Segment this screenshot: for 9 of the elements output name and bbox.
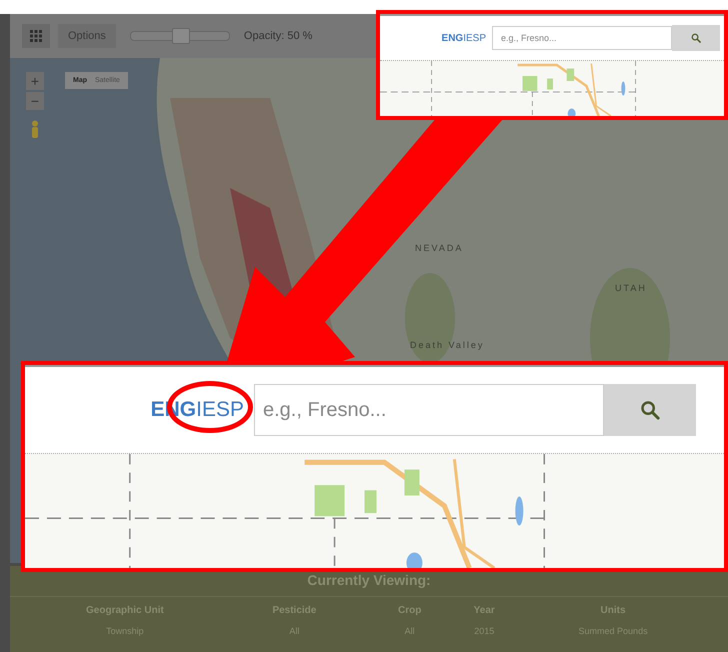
brand-logo: ENGIESP <box>442 32 486 44</box>
zoom-in-button[interactable]: + <box>26 72 44 90</box>
map-label: Death Valley <box>410 340 484 350</box>
search-field[interactable]: e.g., Fresno... <box>254 384 604 436</box>
opacity-label: Opacity: 50 % <box>244 30 312 42</box>
map-label: NEVADA <box>415 243 464 253</box>
search-field[interactable]: e.g., Fresno... <box>492 26 672 50</box>
map-label: UTAH <box>615 283 647 293</box>
zoom-out-button[interactable]: − <box>26 92 44 110</box>
